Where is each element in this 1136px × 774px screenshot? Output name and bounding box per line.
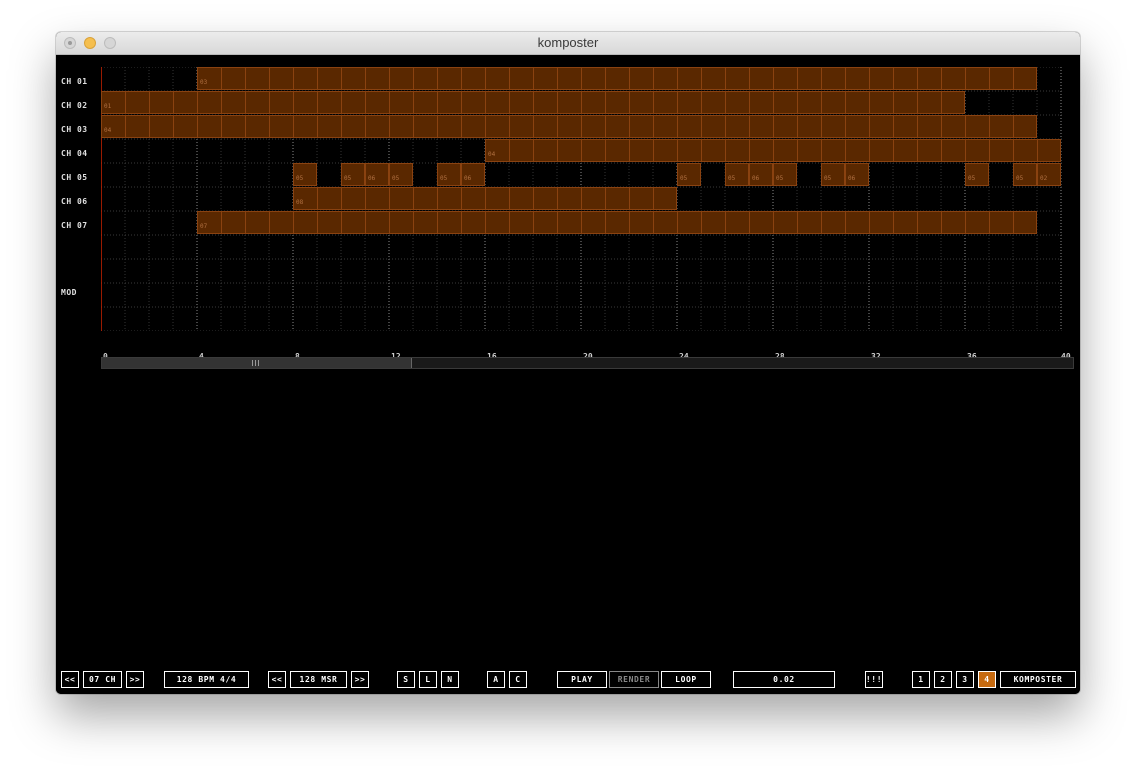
c-button[interactable]: C bbox=[509, 671, 527, 688]
pattern-clip[interactable]: 06 bbox=[461, 163, 485, 186]
a-button[interactable]: A bbox=[487, 671, 505, 688]
page-3-button[interactable]: 3 bbox=[956, 671, 974, 688]
clip-label: 05 bbox=[968, 175, 976, 182]
clip-label: 06 bbox=[464, 175, 472, 182]
clip-label: 01 bbox=[104, 103, 112, 110]
app-window: komposter CH 01 CH 02 CH 03 CH 04 CH 05 … bbox=[56, 32, 1080, 694]
scrollbar-thumb[interactable] bbox=[102, 358, 412, 368]
pattern-clip[interactable]: 07 bbox=[197, 211, 1037, 234]
pattern-clip[interactable]: 04 bbox=[485, 139, 1061, 162]
window-title: komposter bbox=[537, 35, 599, 50]
channel-label: CH 04 bbox=[61, 149, 88, 158]
measure-count: 128 MSR bbox=[290, 671, 347, 688]
mod-label: MOD bbox=[61, 288, 77, 297]
bars-icon[interactable]: !!! bbox=[865, 671, 883, 688]
pattern-clip[interactable]: 04 bbox=[101, 115, 1037, 138]
pattern-clip[interactable]: 05 bbox=[677, 163, 701, 186]
clip-label: 05 bbox=[776, 175, 784, 182]
pattern-clip[interactable]: 05 bbox=[965, 163, 989, 186]
pattern-clip[interactable]: 05 bbox=[389, 163, 413, 186]
komposter-button[interactable]: KOMPOSTER bbox=[1000, 671, 1076, 688]
pattern-clip[interactable]: 03 bbox=[197, 67, 1037, 90]
load-button[interactable]: L bbox=[419, 671, 437, 688]
clip-label: 05 bbox=[344, 175, 352, 182]
channel-label: CH 02 bbox=[61, 101, 88, 110]
page-2-button[interactable]: 2 bbox=[934, 671, 952, 688]
channels-prev-button[interactable]: << bbox=[61, 671, 79, 688]
measures-next-button[interactable]: >> bbox=[351, 671, 369, 688]
pattern-clip[interactable]: 06 bbox=[845, 163, 869, 186]
save-button[interactable]: S bbox=[397, 671, 415, 688]
channel-label: CH 07 bbox=[61, 221, 88, 230]
clip-label: 05 bbox=[680, 175, 688, 182]
clip-label: 05 bbox=[392, 175, 400, 182]
horizontal-scrollbar[interactable] bbox=[101, 357, 1074, 369]
tempo-display[interactable]: 128 BPM 4/4 bbox=[164, 671, 249, 688]
loop-button[interactable]: LOOP bbox=[661, 671, 711, 688]
render-button[interactable]: RENDER bbox=[609, 671, 659, 688]
pattern-clip[interactable]: 08 bbox=[293, 187, 677, 210]
pattern-clip[interactable]: 05 bbox=[725, 163, 749, 186]
title-bar: komposter bbox=[56, 32, 1080, 55]
clip-label: 05 bbox=[296, 175, 304, 182]
pattern-clip[interactable]: 05 bbox=[437, 163, 461, 186]
clip-label: 05 bbox=[1016, 175, 1024, 182]
time-display: 0.02 bbox=[733, 671, 835, 688]
pattern-clip[interactable]: 05 bbox=[341, 163, 365, 186]
clip-label: 02 bbox=[1040, 175, 1048, 182]
clip-label: 04 bbox=[104, 127, 112, 134]
pattern-clip[interactable]: 06 bbox=[365, 163, 389, 186]
channel-label: CH 06 bbox=[61, 197, 88, 206]
clip-label: 05 bbox=[824, 175, 832, 182]
pattern-clip[interactable]: 05 bbox=[293, 163, 317, 186]
channel-label: CH 05 bbox=[61, 173, 88, 182]
channel-label: CH 03 bbox=[61, 125, 88, 134]
play-button[interactable]: PLAY bbox=[557, 671, 607, 688]
new-button[interactable]: N bbox=[441, 671, 459, 688]
clip-label: 03 bbox=[200, 79, 208, 86]
clip-label: 06 bbox=[368, 175, 376, 182]
grip-icon bbox=[252, 360, 260, 366]
pattern-clip[interactable]: 05 bbox=[773, 163, 797, 186]
pattern-clip[interactable]: 01 bbox=[101, 91, 965, 114]
clip-label: 05 bbox=[728, 175, 736, 182]
pattern-clip[interactable]: 05 bbox=[1013, 163, 1037, 186]
page-1-button[interactable]: 1 bbox=[912, 671, 930, 688]
channel-label: CH 01 bbox=[61, 77, 88, 86]
pattern-clip[interactable]: 06 bbox=[749, 163, 773, 186]
clip-label: 05 bbox=[440, 175, 448, 182]
clip-label: 07 bbox=[200, 223, 208, 230]
clip-label: 08 bbox=[296, 199, 304, 206]
clip-label: 06 bbox=[848, 175, 856, 182]
page-4-button[interactable]: 4 bbox=[978, 671, 996, 688]
measures-prev-button[interactable]: << bbox=[268, 671, 286, 688]
clip-label: 04 bbox=[488, 151, 496, 158]
clip-label: 06 bbox=[752, 175, 760, 182]
pattern-clip[interactable]: 05 bbox=[821, 163, 845, 186]
channel-count: 07 CH bbox=[83, 671, 122, 688]
sequencer-area: CH 01 CH 02 CH 03 CH 04 CH 05 CH 06 CH 0… bbox=[56, 55, 1080, 694]
pattern-clip[interactable]: 02 bbox=[1037, 163, 1061, 186]
channels-next-button[interactable]: >> bbox=[126, 671, 144, 688]
